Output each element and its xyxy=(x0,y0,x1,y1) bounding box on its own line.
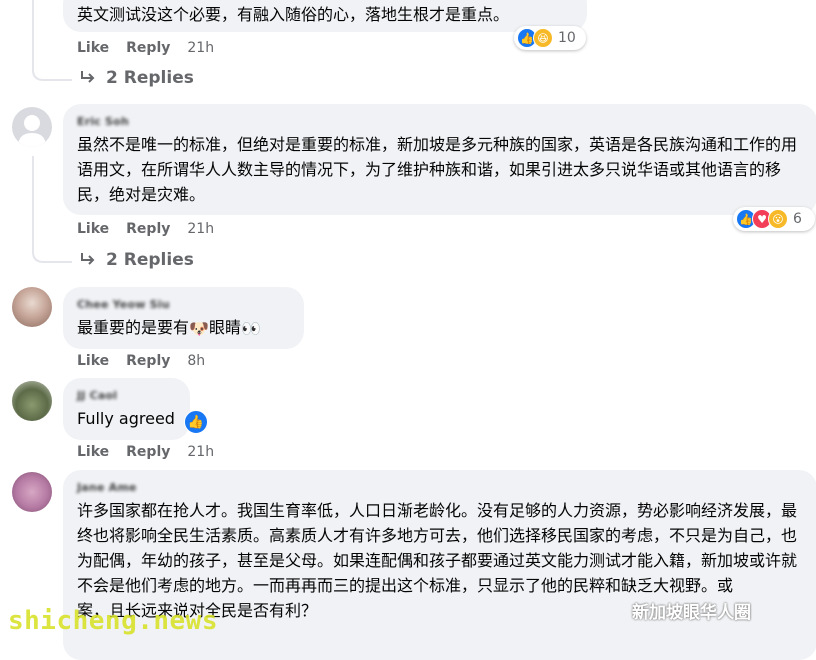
timestamp: 21h xyxy=(187,40,215,56)
comment-bubble: Eric Soh 虽然不是唯一的标准，但绝对是重要的标准，新加坡是多元种族的国家… xyxy=(63,104,816,215)
like-button[interactable]: Like xyxy=(77,40,109,56)
view-replies-link[interactable]: 2 Replies xyxy=(80,250,194,270)
reply-connector xyxy=(32,242,72,263)
comment-text: Fully agreed xyxy=(77,409,175,428)
comment-text: 许多国家都在抢人才。我国生育率低，人口日渐老龄化。没有足够的人力资源，势必影响经… xyxy=(77,501,798,595)
timestamp: 21h xyxy=(187,444,215,460)
comment-actions: Like Reply 21h xyxy=(77,444,214,460)
thread-line xyxy=(32,156,34,252)
comment-text: 虽然不是唯一的标准，但绝对是重要的标准，新加坡是多元种族的国家，英语是各民族沟通… xyxy=(77,135,798,204)
reply-arrow-icon xyxy=(81,253,95,265)
like-reaction-icon[interactable]: 👍 xyxy=(184,410,208,434)
comment-actions: Like Reply 21h xyxy=(77,40,214,56)
comment-actions: Like Reply 8h xyxy=(77,353,205,369)
reaction-summary[interactable]: 👍 ♥ 😮 6 xyxy=(733,207,815,231)
author-name[interactable]: Chee Yeow Siu xyxy=(77,298,290,311)
avatar[interactable] xyxy=(12,107,52,147)
reaction-count: 10 xyxy=(558,30,576,46)
haha-reaction-icon: 😆 xyxy=(533,28,553,48)
reaction-summary[interactable]: 👍 😆 10 xyxy=(514,26,586,50)
like-button[interactable]: Like xyxy=(77,444,109,460)
reply-arrow-icon xyxy=(81,71,95,83)
avatar[interactable] xyxy=(12,287,52,327)
author-name[interactable]: Eric Soh xyxy=(77,115,803,128)
timestamp: 21h xyxy=(187,221,215,237)
avatar[interactable] xyxy=(12,472,52,512)
comment-text: 英文测试没这个必要，有融入随俗的心，落地生根才是重点。 xyxy=(77,5,510,24)
replies-label: 2 Replies xyxy=(106,250,194,270)
reply-connector xyxy=(32,60,72,81)
wow-reaction-icon: 😮 xyxy=(768,209,788,229)
dog-face-icon: 🐶 xyxy=(189,319,209,338)
reaction-count: 6 xyxy=(793,211,802,227)
watermark-account: 新加坡眼华人圈 xyxy=(632,603,751,623)
reply-button[interactable]: Reply xyxy=(126,444,170,460)
comment-text-part: 眼睛 xyxy=(208,318,241,337)
comment-bubble: Chee Yeow Siu 最重要的是要有🐶眼睛👀 xyxy=(63,287,304,349)
default-avatar-icon xyxy=(18,115,46,147)
comment-bubble: JJ Caol Fully agreed xyxy=(63,378,190,440)
replies-label: 2 Replies xyxy=(106,68,194,88)
author-name[interactable]: Jane Ame xyxy=(77,481,803,494)
like-button[interactable]: Like xyxy=(77,221,109,237)
watermark-logo: shicheng.news xyxy=(8,606,218,636)
reply-button[interactable]: Reply xyxy=(126,353,170,369)
like-button[interactable]: Like xyxy=(77,353,109,369)
comment-text: 最重要的是要有🐶眼睛👀 xyxy=(77,315,290,341)
reply-button[interactable]: Reply xyxy=(126,40,170,56)
avatar[interactable] xyxy=(12,381,52,421)
comment-bubble: 英文测试没这个必要，有融入随俗的心，落地生根才是重点。 xyxy=(63,0,587,32)
timestamp: 8h xyxy=(187,353,206,369)
eyes-icon: 👀 xyxy=(240,319,261,338)
comment-text-part: 最重要的是要有 xyxy=(77,318,190,337)
comment-actions: Like Reply 21h xyxy=(77,221,214,237)
reply-button[interactable]: Reply xyxy=(126,221,170,237)
view-replies-link[interactable]: 2 Replies xyxy=(80,68,194,88)
author-name[interactable]: JJ Caol xyxy=(77,389,176,402)
